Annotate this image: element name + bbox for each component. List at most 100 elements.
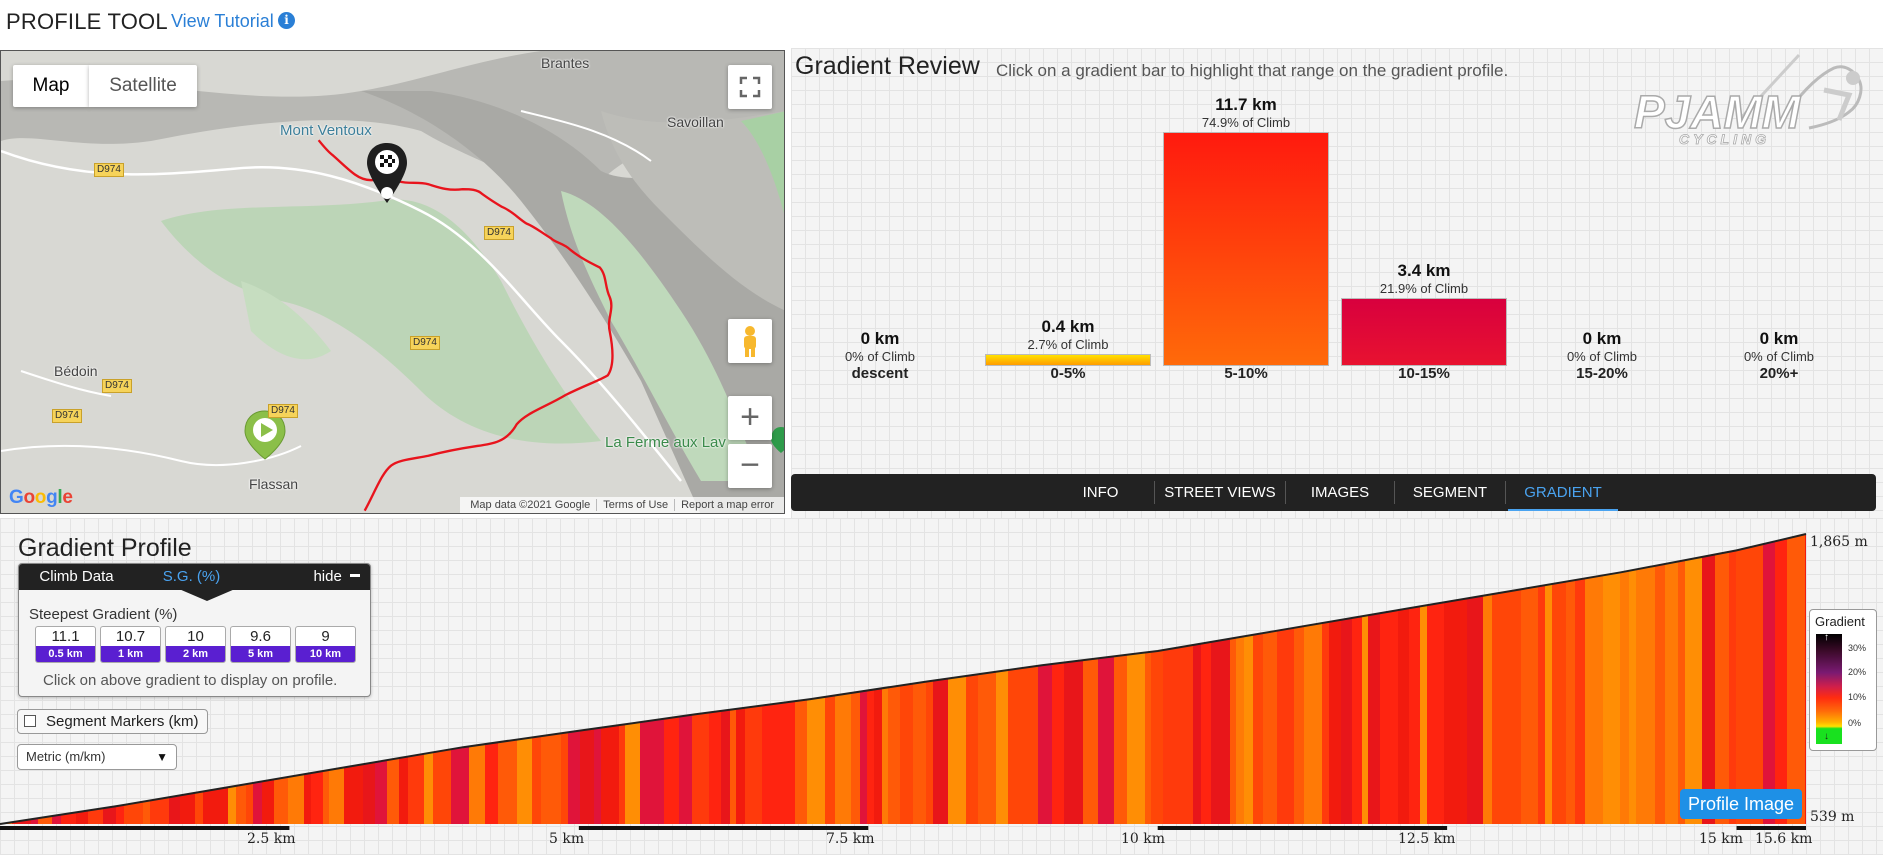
profile-gradient-band[interactable] (1304, 518, 1323, 826)
profile-gradient-band[interactable] (1715, 518, 1730, 826)
profile-gradient-band[interactable] (888, 518, 901, 826)
profile-gradient-band[interactable] (1483, 518, 1493, 826)
profile-gradient-band[interactable] (1521, 518, 1539, 826)
profile-gradient-band[interactable] (541, 518, 548, 826)
profile-gradient-band[interactable] (900, 518, 914, 826)
profile-gradient-band[interactable] (1263, 518, 1278, 826)
profile-gradient-band[interactable] (1127, 518, 1146, 826)
profile-gradient-band[interactable] (1341, 518, 1353, 826)
profile-gradient-band[interactable] (1211, 518, 1231, 826)
profile-gradient-band[interactable] (517, 518, 533, 826)
tab-gradient[interactable]: GRADIENT (1508, 474, 1618, 511)
profile-gradient-band[interactable] (580, 518, 595, 826)
zoom-out-button[interactable]: − (728, 444, 772, 488)
hide-panel-button[interactable]: hide (280, 564, 360, 590)
segment-markers-checkbox[interactable] (24, 715, 36, 727)
profile-gradient-band[interactable] (1620, 518, 1630, 826)
gradient-bar-4[interactable]: 3.4 km 21.9% of Climb (1341, 261, 1507, 366)
gradient-bar-6[interactable]: 0 km 0% of Climb (1696, 329, 1862, 366)
profile-gradient-band[interactable] (966, 518, 979, 826)
profile-gradient-band[interactable] (672, 518, 680, 826)
tab-images[interactable]: IMAGES (1286, 474, 1394, 511)
units-select[interactable]: Metric (m/km) ▼ (17, 744, 177, 770)
profile-gradient-band[interactable] (408, 518, 425, 826)
profile-gradient-band[interactable] (692, 518, 710, 826)
view-tutorial-link[interactable]: View Tutorial (171, 11, 274, 32)
profile-gradient-band[interactable] (532, 518, 542, 826)
steepest-gradient-cell[interactable]: 9 10 km (295, 626, 356, 663)
profile-gradient-band[interactable] (1585, 518, 1604, 826)
profile-gradient-band[interactable] (1566, 518, 1576, 826)
profile-gradient-band[interactable] (1467, 518, 1484, 826)
profile-gradient-band[interactable] (1230, 518, 1237, 826)
profile-gradient-band[interactable] (813, 518, 826, 826)
profile-gradient-band[interactable] (679, 518, 693, 826)
profile-gradient-band[interactable] (451, 518, 470, 826)
profile-gradient-band[interactable] (933, 518, 949, 826)
profile-gradient-band[interactable] (1201, 518, 1212, 826)
profile-gradient-band[interactable] (1420, 518, 1428, 826)
profile-gradient-band[interactable] (1236, 518, 1245, 826)
steepest-gradient-cell[interactable]: 9.6 5 km (230, 626, 291, 663)
profile-gradient-band[interactable] (1244, 518, 1254, 826)
profile-gradient-band[interactable] (1538, 518, 1546, 826)
profile-gradient-band[interactable] (1629, 518, 1637, 826)
profile-gradient-band[interactable] (561, 518, 569, 826)
profile-gradient-band[interactable] (736, 518, 746, 826)
profile-gradient-band[interactable] (851, 518, 861, 826)
profile-gradient-band[interactable] (1163, 518, 1179, 826)
profile-gradient-band[interactable] (508, 518, 518, 826)
profile-gradient-band[interactable] (948, 518, 967, 826)
profile-gradient-band[interactable] (1427, 518, 1445, 826)
profile-gradient-band[interactable] (709, 518, 722, 826)
profile-gradient-band[interactable] (387, 518, 400, 826)
profile-gradient-band[interactable] (0, 518, 13, 826)
profile-gradient-band[interactable] (594, 518, 602, 826)
profile-gradient-band[interactable] (1253, 518, 1264, 826)
profile-gradient-band[interactable] (926, 518, 934, 826)
profile-gradient-band[interactable] (1008, 518, 1026, 826)
profile-gradient-band[interactable] (619, 518, 626, 826)
profile-gradient-band[interactable] (1064, 518, 1084, 826)
profile-gradient-band[interactable] (498, 518, 509, 826)
terms-of-use-link[interactable]: Terms of Use (597, 499, 676, 511)
profile-gradient-band[interactable] (1510, 518, 1522, 826)
profile-gradient-band[interactable] (1787, 518, 1806, 826)
fullscreen-button[interactable] (728, 65, 772, 109)
gradient-bar-1[interactable]: 0 km 0% of Climb (797, 329, 963, 366)
profile-gradient-band[interactable] (1747, 518, 1764, 826)
info-icon[interactable]: i (278, 12, 295, 29)
profile-gradient-band[interactable] (1038, 518, 1053, 826)
profile-gradient-band[interactable] (807, 518, 814, 826)
profile-gradient-band[interactable] (1398, 518, 1410, 826)
report-map-error-link[interactable]: Report a map error (675, 499, 780, 511)
profile-gradient-band[interactable] (1409, 518, 1421, 826)
profile-gradient-band[interactable] (1098, 518, 1115, 826)
profile-gradient-band[interactable] (640, 518, 656, 826)
profile-gradient-band[interactable] (1329, 518, 1342, 826)
steepest-gradient-cell[interactable]: 11.1 0.5 km (35, 626, 96, 663)
profile-gradient-band[interactable] (1736, 518, 1748, 826)
profile-gradient-band[interactable] (1575, 518, 1586, 826)
gradient-bar-3[interactable]: 11.7 km 74.9% of Climb (1163, 95, 1329, 366)
profile-gradient-band[interactable] (1145, 518, 1152, 826)
steepest-gradient-cell[interactable]: 10.7 1 km (100, 626, 161, 663)
gradient-bar-5[interactable]: 0 km 0% of Climb (1519, 329, 1685, 366)
profile-gradient-band[interactable] (1380, 518, 1399, 826)
profile-gradient-band[interactable] (1052, 518, 1065, 826)
profile-gradient-band[interactable] (1352, 518, 1363, 826)
profile-gradient-band[interactable] (795, 518, 808, 826)
profile-gradient-band[interactable] (485, 518, 499, 826)
profile-gradient-band[interactable] (1362, 518, 1369, 826)
profile-gradient-band[interactable] (625, 518, 641, 826)
profile-gradient-band[interactable] (1114, 518, 1128, 826)
zoom-in-button[interactable]: + (728, 396, 772, 440)
gradient-bar-rect[interactable] (1163, 132, 1329, 366)
profile-gradient-band[interactable] (1444, 518, 1458, 826)
profile-gradient-band[interactable] (1685, 518, 1703, 826)
profile-gradient-band[interactable] (1368, 518, 1381, 826)
route-map[interactable]: Map Satellite + − Brantes Mont Ventoux S… (0, 50, 785, 514)
tab-segment[interactable]: SEGMENT (1395, 474, 1505, 511)
profile-gradient-band[interactable] (1294, 518, 1305, 826)
profile-gradient-band[interactable] (424, 518, 434, 826)
